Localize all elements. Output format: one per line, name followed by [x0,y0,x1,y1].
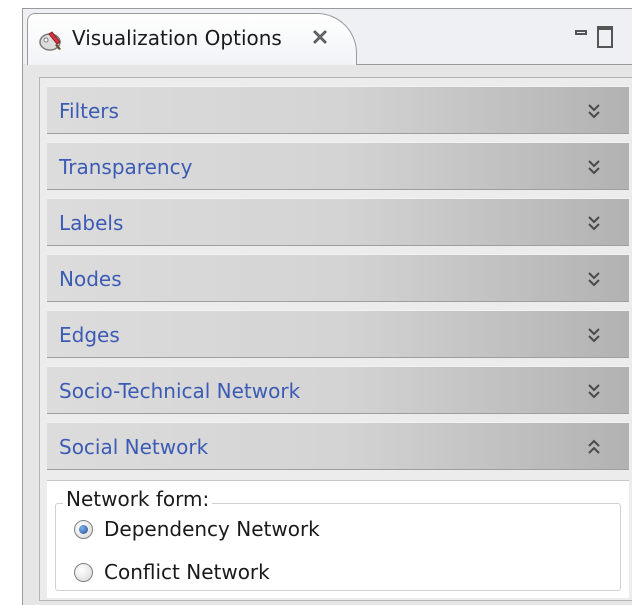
social-network-section-body: Dependency Network Conflict Network Netw… [47,480,629,598]
chevron-double-up-icon[interactable] [587,438,601,456]
section-label: Social Network [59,435,209,459]
visualization-options-view: Visualization Options Filters Transparen… [22,8,632,605]
section-transparency[interactable]: Transparency [47,142,629,190]
radio-label-dependency-network[interactable]: Dependency Network [104,517,320,541]
section-labels[interactable]: Labels [47,198,629,246]
section-label: Transparency [59,155,193,179]
radio-conflict-network[interactable] [74,563,93,582]
options-panel: Filters Transparency Labels Nodes Edges … [39,77,632,601]
view-title: Visualization Options [72,26,282,50]
chevron-double-down-icon[interactable] [587,102,601,120]
view-tab[interactable]: Visualization Options [27,13,357,65]
section-label: Socio-Technical Network [59,379,301,403]
chevron-double-down-icon[interactable] [587,326,601,344]
view-tab-bar: Visualization Options [23,9,632,65]
radio-dependency-network[interactable] [74,520,93,539]
section-social-network[interactable]: Social Network [47,422,629,470]
minimize-icon[interactable] [575,30,587,35]
tab-bar-border [357,64,632,65]
close-icon[interactable] [310,27,330,47]
radio-selected-dot [79,525,88,534]
radio-label-conflict-network[interactable]: Conflict Network [104,560,270,584]
section-filters[interactable]: Filters [47,86,629,134]
chevron-double-down-icon[interactable] [587,214,601,232]
section-nodes[interactable]: Nodes [47,254,629,302]
section-socio-technical-network[interactable]: Socio-Technical Network [47,366,629,414]
chevron-double-down-icon[interactable] [587,158,601,176]
section-label: Edges [59,323,120,347]
section-label: Filters [59,99,119,123]
maximize-icon[interactable] [597,26,613,48]
chevron-double-down-icon[interactable] [587,270,601,288]
network-form-group: Dependency Network Conflict Network [55,503,621,591]
section-label: Nodes [59,267,122,291]
chevron-double-down-icon[interactable] [587,382,601,400]
section-label: Labels [59,211,124,235]
palette-icon [39,31,61,51]
network-form-title: Network form: [63,487,213,511]
section-edges[interactable]: Edges [47,310,629,358]
